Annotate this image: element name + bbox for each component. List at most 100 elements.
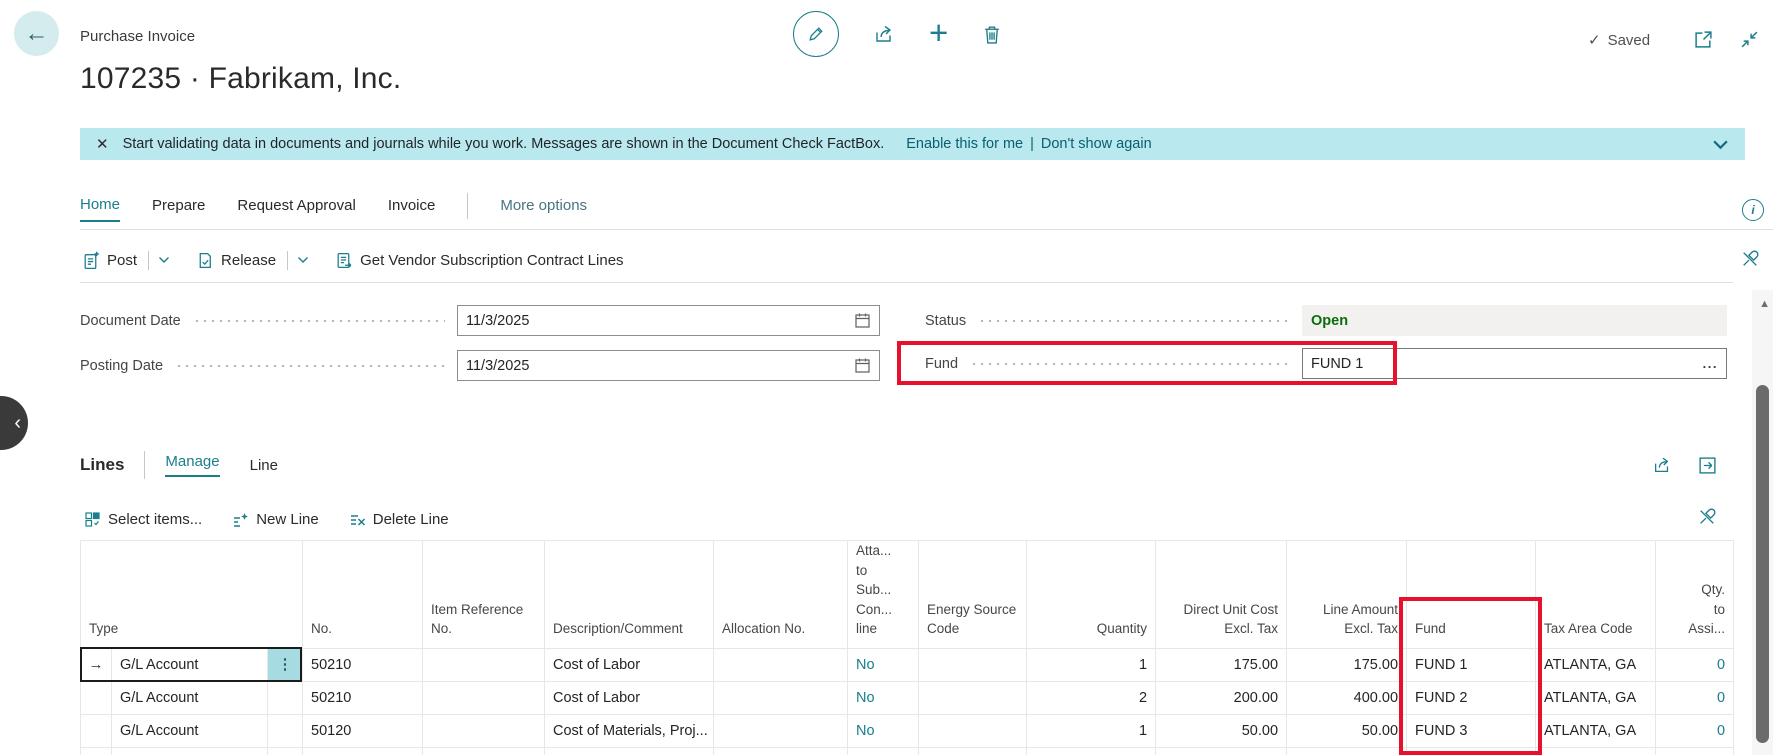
unpin-lines-toolbar-button[interactable]	[1697, 507, 1717, 527]
cell-tax-area[interactable]: ATLANTA, GA	[1536, 714, 1656, 747]
cell-line-amt[interactable]: 175.00	[1287, 648, 1407, 681]
get-lines-icon	[335, 251, 353, 270]
share-icon[interactable]	[1652, 455, 1672, 475]
posting-date-input[interactable]: 11/3/2025	[457, 350, 880, 381]
release-dropdown-chevron-icon	[297, 256, 309, 264]
open-in-new-window-button[interactable]	[1694, 30, 1713, 49]
cell-item-ref[interactable]	[423, 714, 545, 747]
back-button[interactable]: ←	[14, 11, 59, 56]
info-icon[interactable]: i	[1742, 199, 1764, 221]
calendar-icon[interactable]	[854, 312, 871, 329]
cell-type[interactable]: G/L Account	[112, 648, 268, 681]
cell-qty-assign[interactable]: 0	[1656, 714, 1734, 747]
cell-item-ref[interactable]	[423, 681, 545, 714]
cell-qty[interactable]: 1	[1027, 714, 1156, 747]
tab-invoice[interactable]: Invoice	[388, 197, 436, 221]
col-allocation-no[interactable]: Allocation No.	[714, 541, 848, 649]
ribbon-tabs: Home Prepare Request Approval Invoice Mo…	[80, 193, 587, 225]
lines-table: Type No. Item Reference No. Description/…	[80, 540, 1733, 755]
scrollbar-thumb[interactable]	[1756, 385, 1769, 743]
cell-energy[interactable]	[919, 714, 1027, 747]
cell-energy[interactable]	[919, 681, 1027, 714]
col-energy-source-code[interactable]: Energy Source Code	[919, 541, 1027, 649]
cell-unit-cost[interactable]: 200.00	[1156, 681, 1287, 714]
lines-tab-manage[interactable]: Manage	[165, 453, 219, 477]
cell-desc[interactable]: Cost of Labor	[545, 681, 714, 714]
cell-fund[interactable]: FUND 2	[1407, 681, 1536, 714]
banner-enable-link[interactable]: Enable this for me	[906, 136, 1023, 152]
new-line-button[interactable]: New Line	[232, 511, 319, 528]
cell-alloc[interactable]	[714, 648, 848, 681]
get-vendor-lines-button[interactable]: Get Vendor Subscription Contract Lines	[335, 251, 623, 270]
cell-attached[interactable]: No	[848, 714, 919, 747]
banner-close-icon[interactable]: ✕	[96, 135, 109, 153]
post-icon	[82, 251, 100, 270]
open-in-excel-icon[interactable]	[1698, 456, 1717, 475]
tab-request-approval[interactable]: Request Approval	[237, 197, 355, 221]
edit-button[interactable]	[793, 11, 839, 57]
cell-no[interactable]: 50210	[303, 648, 423, 681]
cell-alloc[interactable]	[714, 714, 848, 747]
cell-unit-cost[interactable]: 50.00	[1156, 714, 1287, 747]
scroll-up-arrow-icon[interactable]: ▲	[1759, 298, 1770, 310]
pin-slash-icon	[1740, 249, 1760, 269]
delete-document-button[interactable]	[982, 24, 1002, 45]
leader-dots	[978, 320, 1290, 322]
col-qty-to-assign[interactable]: Qty. to Assi...	[1656, 541, 1734, 649]
document-date-input[interactable]: 11/3/2025	[457, 305, 880, 336]
cell-alloc[interactable]	[714, 681, 848, 714]
col-no[interactable]: No.	[303, 541, 423, 649]
cell-fund[interactable]: FUND 1	[1407, 648, 1536, 681]
cell-fund[interactable]: FUND 3	[1407, 714, 1536, 747]
cell-attached[interactable]: No	[848, 648, 919, 681]
collapse-view-button[interactable]	[1740, 30, 1759, 49]
cell-no[interactable]: 50210	[303, 681, 423, 714]
col-fund[interactable]: Fund	[1407, 541, 1536, 649]
col-tax-area-code[interactable]: Tax Area Code	[1536, 541, 1656, 649]
col-line-amount[interactable]: Line Amount Excl. Tax	[1287, 541, 1407, 649]
col-item-reference-no[interactable]: Item Reference No.	[423, 541, 545, 649]
cell-energy[interactable]	[919, 648, 1027, 681]
unpin-action-bar-button[interactable]	[1740, 249, 1760, 269]
cell-unit-cost[interactable]: 175.00	[1156, 648, 1287, 681]
cell-line-amt[interactable]: 50.00	[1287, 714, 1407, 747]
more-options-button[interactable]: More options	[500, 197, 587, 221]
delete-line-button[interactable]: Delete Line	[349, 511, 449, 528]
col-quantity[interactable]: Quantity	[1027, 541, 1156, 649]
release-button[interactable]: Release	[196, 251, 309, 270]
factbox-toggle-button[interactable]: ‹	[0, 396, 28, 450]
fund-assist-edit-button[interactable]: ...	[1703, 356, 1718, 371]
share-icon[interactable]	[873, 23, 895, 45]
post-button[interactable]: Post	[82, 251, 170, 270]
col-description-comment[interactable]: Description/Comment	[545, 541, 714, 649]
pencil-icon	[806, 24, 826, 44]
cell-tax-area[interactable]: ATLANTA, GA	[1536, 681, 1656, 714]
cell-item-ref[interactable]	[423, 648, 545, 681]
tab-home[interactable]: Home	[80, 196, 120, 222]
cell-qty-assign[interactable]: 0	[1656, 681, 1734, 714]
fund-input[interactable]: FUND 1 ...	[1302, 348, 1727, 379]
row-menu-dots-icon[interactable]: ⋮	[268, 648, 303, 681]
col-attached-to-line[interactable]: Atta... to Sub... Con... line	[848, 541, 919, 649]
tab-prepare[interactable]: Prepare	[152, 197, 205, 221]
col-direct-unit-cost[interactable]: Direct Unit Cost Excl. Tax	[1156, 541, 1287, 649]
cell-desc[interactable]: Cost of Labor	[545, 648, 714, 681]
cell-no[interactable]: 50120	[303, 714, 423, 747]
cell-qty[interactable]: 1	[1027, 648, 1156, 681]
lines-tab-line[interactable]: Line	[250, 457, 278, 474]
select-items-button[interactable]: Select items...	[84, 511, 202, 528]
chevron-down-icon[interactable]	[1712, 139, 1729, 150]
new-document-button[interactable]: +	[929, 16, 948, 49]
cell-desc[interactable]: Cost of Materials, Proj...	[545, 714, 714, 747]
cell-line-amt[interactable]: 400.00	[1287, 681, 1407, 714]
cell-type[interactable]: G/L Account	[112, 681, 268, 714]
cell-tax-area[interactable]: ATLANTA, GA	[1536, 648, 1656, 681]
cell-qty-assign[interactable]: 0	[1656, 648, 1734, 681]
cell-type[interactable]: G/L Account	[112, 714, 268, 747]
select-items-icon	[84, 511, 101, 528]
col-type[interactable]: Type	[81, 541, 303, 649]
cell-qty[interactable]: 2	[1027, 681, 1156, 714]
banner-dismiss-link[interactable]: Don't show again	[1041, 136, 1152, 152]
cell-attached[interactable]: No	[848, 681, 919, 714]
calendar-icon[interactable]	[854, 357, 871, 374]
